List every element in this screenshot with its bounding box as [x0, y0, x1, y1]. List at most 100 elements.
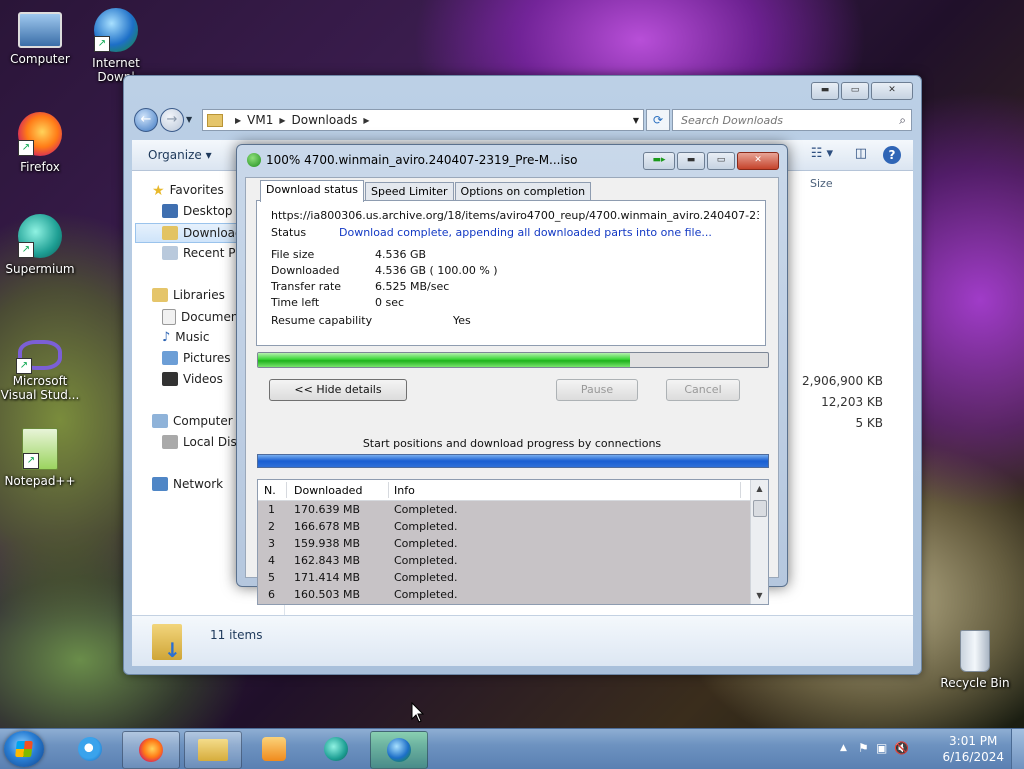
address-bar[interactable]: ▶ VM1 ▶ Downloads ▶ ▼ [202, 109, 644, 131]
nav-pictures[interactable]: Pictures [162, 351, 231, 365]
breadcrumb-vm1[interactable]: VM1 [247, 113, 273, 127]
preview-pane-icon[interactable]: ◫ [855, 146, 867, 161]
file-size: 2,906,900 KB [802, 374, 883, 388]
help-icon[interactable]: ? [883, 146, 901, 164]
column-header-downloaded[interactable]: Downloaded [294, 484, 362, 497]
desktop-icon-recycle-bin[interactable]: Recycle Bin [935, 630, 1015, 690]
breadcrumb-downloads[interactable]: Downloads [292, 113, 358, 127]
table-row[interactable]: 2 166.678 MB Completed. [258, 518, 750, 535]
close-button[interactable]: ✕ [871, 82, 913, 100]
organize-button[interactable]: Organize ▾ [148, 148, 212, 162]
tab-speed-limiter[interactable]: Speed Limiter [364, 182, 454, 202]
nav-computer[interactable]: Computer [152, 414, 233, 428]
explorer-navbar: ← → ▼ ▶ VM1 ▶ Downloads ▶ ▼ ⟳ ⌕ [132, 106, 913, 136]
column-divider [388, 482, 389, 498]
internet-explorer-icon [78, 737, 102, 761]
desktop-icon-supermium[interactable]: ↗ Supermium [0, 214, 80, 276]
volume-muted-icon[interactable]: 🔇 [894, 741, 909, 755]
hide-details-button[interactable]: << Hide details [269, 379, 407, 401]
scroll-thumb[interactable] [753, 500, 767, 517]
recent-pages-dropdown[interactable]: ▼ [186, 115, 192, 124]
connections-label: Start positions and download progress by… [362, 437, 662, 450]
taskbar-firefox[interactable] [122, 731, 180, 769]
column-header-n[interactable]: N. [264, 484, 276, 497]
taskbar-supermium[interactable] [308, 731, 364, 767]
back-button[interactable]: ← [134, 108, 158, 132]
search-input[interactable] [679, 112, 883, 128]
cancel-button[interactable]: Cancel [666, 379, 740, 401]
minimize-button[interactable]: ▬ [811, 82, 839, 100]
show-hidden-icons[interactable]: ▲ [840, 743, 847, 753]
minimize-button[interactable]: ▬ [677, 152, 705, 170]
desktop-icon-visual-studio[interactable]: ↗ Microsoft Visual Stud... [0, 330, 80, 402]
refresh-button[interactable]: ⟳ [646, 109, 670, 131]
download-status-panel: https://ia800306.us.archive.org/18/items… [256, 200, 766, 346]
action-center-flag-icon[interactable]: ⚑ [858, 741, 869, 755]
taskbar-idm[interactable] [370, 731, 428, 769]
cell-n: 1 [268, 503, 275, 516]
network-icon[interactable]: ▣ [876, 741, 887, 755]
folder-icon [198, 739, 228, 761]
maximize-button[interactable]: ▭ [707, 152, 735, 170]
address-dropdown-icon[interactable]: ▼ [633, 116, 639, 125]
explorer-details-pane: ↓ 11 items [132, 615, 913, 666]
desktop-icon-firefox[interactable]: ↗ Firefox [0, 112, 80, 174]
column-header-info[interactable]: Info [394, 484, 415, 497]
tab-options-on-completion[interactable]: Options on completion [454, 182, 592, 202]
column-divider [286, 482, 287, 498]
time-left-label: Time left [271, 296, 320, 309]
taskbar-internet-explorer[interactable] [62, 731, 118, 767]
resume-capability-label: Resume capability [271, 314, 373, 327]
forward-button[interactable]: → [160, 108, 184, 132]
cell-n: 2 [268, 520, 275, 533]
start-button[interactable] [4, 731, 44, 767]
chevron-right-icon: ▶ [363, 115, 370, 125]
recycle-bin-icon [960, 630, 990, 672]
nav-videos[interactable]: Videos [162, 372, 223, 386]
table-row[interactable]: 5 171.414 MB Completed. [258, 569, 750, 586]
desktop-icon-notepadpp[interactable]: ↗ Notepad++ [0, 428, 80, 488]
nav-documents[interactable]: Document [162, 309, 243, 325]
nav-desktop[interactable]: Desktop [162, 204, 233, 218]
table-row[interactable]: 6 160.503 MB Completed. [258, 586, 750, 603]
shortcut-arrow-icon: ↗ [94, 36, 110, 52]
tab-download-status[interactable]: Download status [260, 180, 364, 202]
cell-info: Completed. [394, 520, 458, 533]
pause-button[interactable]: Pause [556, 379, 638, 401]
download-arrow-icon: ↓ [164, 638, 181, 662]
maximize-button[interactable]: ▭ [841, 82, 869, 100]
media-player-icon [262, 737, 286, 761]
nav-label: Videos [183, 372, 223, 386]
network-icon [152, 477, 168, 491]
search-icon[interactable]: ⌕ [899, 113, 906, 128]
dialog-caption-buttons: ▬▸ ▬ ▭ ✕ [643, 152, 779, 170]
clock[interactable]: 3:01 PM 6/16/2024 [942, 733, 1004, 765]
supermium-icon [324, 737, 348, 761]
nav-favorites[interactable]: ★ Favorites [152, 183, 224, 199]
clock-date: 6/16/2024 [942, 750, 1004, 764]
close-button[interactable]: ✕ [737, 152, 779, 170]
idm-icon [247, 153, 261, 167]
table-row[interactable]: 4 162.843 MB Completed. [258, 552, 750, 569]
scroll-up-icon[interactable]: ▲ [751, 484, 768, 493]
clock-time: 3:01 PM [949, 734, 998, 748]
nav-local-disk[interactable]: Local Disk [162, 435, 244, 449]
nav-libraries[interactable]: Libraries [152, 288, 225, 302]
windows-logo-icon [15, 741, 33, 757]
desktop-icon-computer[interactable]: Computer [0, 10, 80, 66]
taskbar-explorer[interactable] [184, 731, 242, 769]
table-row[interactable]: 1 170.639 MB Completed. [258, 501, 750, 518]
column-header-size[interactable]: Size [810, 177, 833, 190]
nav-network[interactable]: Network [152, 477, 223, 491]
show-desktop-button[interactable] [1011, 729, 1024, 769]
table-row[interactable]: 3 159.938 MB Completed. [258, 535, 750, 552]
nav-recent-places[interactable]: Recent Pla [162, 246, 246, 260]
view-options-icon[interactable]: ☷ ▾ [811, 146, 833, 161]
scroll-down-icon[interactable]: ▼ [751, 591, 768, 600]
taskbar-media-player[interactable] [246, 731, 302, 767]
nav-music[interactable]: ♪ Music [162, 330, 209, 345]
desktop-icon-label: Recycle Bin [940, 676, 1010, 690]
send-to-tray-button[interactable]: ▬▸ [643, 152, 675, 170]
file-size: 5 KB [855, 416, 883, 430]
vertical-scrollbar[interactable]: ▲ ▼ [750, 480, 768, 604]
